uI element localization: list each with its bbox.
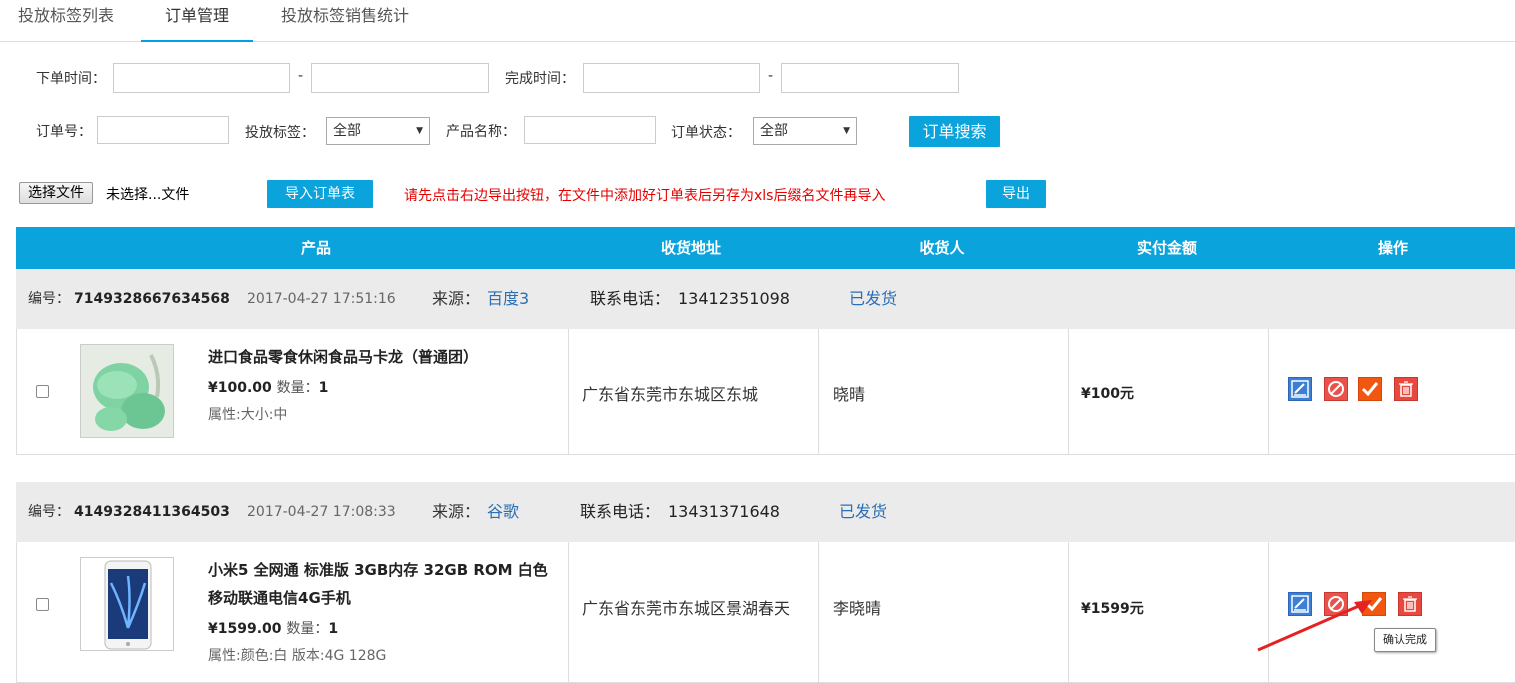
order-status[interactable]: 已发货	[839, 482, 887, 542]
product-thumbnail[interactable]	[80, 344, 174, 438]
tag-select-value: 全部	[333, 123, 361, 139]
confirm-tooltip: 确认完成	[1374, 628, 1436, 652]
actions-cell	[1268, 329, 1515, 454]
order-time-label: 下单时间：	[36, 71, 106, 87]
status-select[interactable]: 全部 ▼	[753, 117, 857, 145]
product-name[interactable]: 进口食品零食休闲食品马卡龙（普通团）	[208, 343, 478, 371]
export-button[interactable]: 导出	[986, 180, 1046, 208]
qty-value: 1	[318, 380, 329, 396]
product-cell: 进口食品零食休闲食品马卡龙（普通团） ¥100.00 数量：1 属性:大小:中	[17, 329, 569, 454]
order-time: 2017-04-27 17:08:33	[247, 504, 396, 520]
address-text: 广东省东莞市东城区景湖春天	[582, 599, 791, 618]
cancel-icon[interactable]	[1324, 377, 1348, 401]
order-no-input[interactable]	[97, 116, 229, 144]
amount-text: ¥100元	[1081, 386, 1134, 402]
receiver-cell: 李晓晴	[818, 542, 1069, 682]
address-text: 广东省东莞市东城区东城	[582, 385, 759, 404]
order-header-row: 编号： 4149328411364503 2017-04-27 17:08:33…	[16, 482, 1515, 543]
order-id: 7149328667634568	[74, 291, 230, 307]
order-id: 4149328411364503	[74, 504, 230, 520]
tab-order-management[interactable]: 订单管理	[141, 0, 253, 42]
tab-bar: 投放标签列表 订单管理 投放标签销售统计	[0, 0, 1515, 42]
status-select-value: 全部	[760, 123, 788, 139]
price-value: ¥1599.00	[208, 621, 282, 637]
product-thumbnail[interactable]	[80, 557, 174, 651]
product-name-label: 产品名称：	[446, 124, 516, 140]
annotation-arrow-icon	[1257, 600, 1372, 652]
import-note: 请先点击右边导出按钮，在文件中添加好订单表后另存为xls后缀名文件再导入	[404, 188, 886, 204]
table-header: 产品 收货地址 收货人 实付金额 操作	[16, 227, 1515, 269]
receiver-text: 李晓晴	[833, 599, 882, 618]
row-checkbox[interactable]	[36, 598, 49, 611]
row-checkbox[interactable]	[36, 385, 49, 398]
confirm-icon[interactable]	[1358, 377, 1382, 401]
product-price: ¥1599.00 数量：1	[208, 618, 338, 638]
order-no-label: 订单号：	[36, 124, 92, 140]
product-price: ¥100.00 数量：1	[208, 377, 328, 397]
header-product: 产品	[300, 239, 331, 257]
header-receiver: 收货人	[919, 239, 965, 257]
amount-text: ¥1599元	[1081, 601, 1144, 617]
order-phone: 13412351098	[678, 289, 790, 308]
tag-select[interactable]: 全部 ▼	[326, 117, 430, 145]
order-source-label: 来源：	[432, 502, 481, 521]
product-name-line-2[interactable]: 移动联通电信4G手机	[208, 584, 351, 612]
order-source-label: 来源：	[432, 289, 481, 308]
finish-time-label: 完成时间：	[505, 71, 575, 87]
delete-icon[interactable]	[1394, 377, 1418, 401]
address-cell: 广东省东莞市东城区东城	[568, 329, 819, 454]
delete-icon[interactable]	[1398, 592, 1422, 616]
product-attr: 属性:大小:中	[208, 407, 288, 423]
order-time-start-input[interactable]	[113, 63, 290, 93]
phone-image	[81, 558, 173, 650]
header-address: 收货地址	[660, 239, 721, 257]
finish-time-dash: -	[768, 68, 774, 84]
product-cell: 小米5 全网通 标准版 3GB内存 32GB ROM 白色 移动联通电信4G手机…	[17, 542, 569, 682]
product-name-input[interactable]	[524, 116, 656, 144]
receiver-cell: 晓晴	[818, 329, 1069, 454]
order-source[interactable]: 百度3	[487, 269, 529, 329]
tag-label: 投放标签：	[245, 125, 315, 141]
macaron-image	[81, 345, 173, 437]
order-time: 2017-04-27 17:51:16	[247, 291, 396, 307]
receiver-text: 晓晴	[833, 385, 866, 404]
amount-cell: ¥100元	[1068, 329, 1269, 454]
finish-time-start-input[interactable]	[583, 63, 760, 93]
order-id-label: 编号：	[28, 504, 70, 520]
header-amount: 实付金额	[1136, 239, 1197, 257]
no-file-text: 未选择...文件	[106, 187, 190, 203]
tab-tag-list[interactable]: 投放标签列表	[0, 0, 132, 40]
select-caret-icon: ▼	[843, 126, 850, 136]
product-name-line-1[interactable]: 小米5 全网通 标准版 3GB内存 32GB ROM 白色	[208, 556, 548, 584]
order-time-dash: -	[298, 68, 304, 84]
order-search-button[interactable]: 订单搜索	[909, 116, 1000, 147]
select-caret-icon: ▼	[416, 126, 423, 136]
qty-label: 数量：	[276, 380, 319, 396]
order-id-label: 编号：	[28, 291, 70, 307]
order-source[interactable]: 谷歌	[487, 482, 519, 542]
order-phone-label: 联系电话：	[580, 502, 661, 521]
header-actions: 操作	[1377, 239, 1408, 257]
amount-cell: ¥1599元	[1068, 542, 1269, 682]
order-item-row: 进口食品零食休闲食品马卡龙（普通团） ¥100.00 数量：1 属性:大小:中 …	[16, 329, 1515, 455]
qty-value: 1	[328, 621, 339, 637]
finish-time-end-input[interactable]	[781, 63, 959, 93]
product-attr: 属性:颜色:白 版本:4G 128G	[208, 648, 387, 664]
order-phone: 13431371648	[668, 502, 780, 521]
order-time-end-input[interactable]	[311, 63, 489, 93]
address-cell: 广东省东莞市东城区景湖春天	[568, 542, 819, 682]
qty-label: 数量：	[286, 621, 329, 637]
order-phone-label: 联系电话：	[590, 289, 671, 308]
import-order-button[interactable]: 导入订单表	[267, 180, 373, 208]
order-status[interactable]: 已发货	[849, 269, 897, 329]
tab-tag-sales-stats[interactable]: 投放标签销售统计	[262, 0, 428, 40]
edit-icon[interactable]	[1288, 377, 1312, 401]
status-label: 订单状态：	[671, 125, 741, 141]
price-value: ¥100.00	[208, 380, 272, 396]
choose-file-button[interactable]: 选择文件	[19, 182, 93, 204]
order-header-row: 编号： 7149328667634568 2017-04-27 17:51:16…	[16, 269, 1515, 330]
